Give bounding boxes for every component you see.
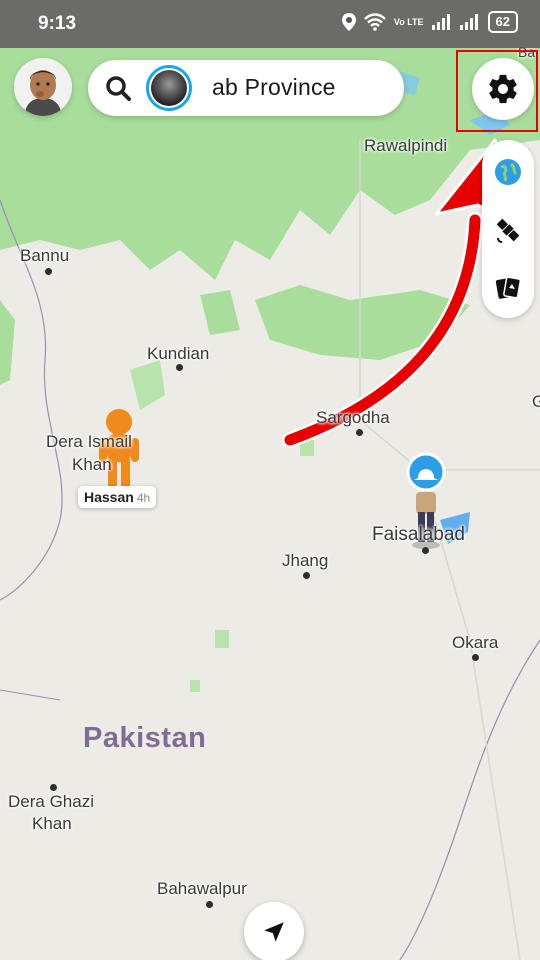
place-dot-bannu xyxy=(45,268,52,275)
map-canvas[interactable]: Rawalpindi Ba Bannu Kundian Dera Ismail … xyxy=(0,0,540,960)
settings-highlight-box xyxy=(456,50,538,132)
friend-label[interactable]: Hassan 4h xyxy=(78,486,157,508)
place-dot-okara xyxy=(472,654,479,661)
status-bar: 9:13 Vo LTE 62 xyxy=(0,0,540,48)
wifi-icon xyxy=(364,13,386,31)
volte-indicator: Vo LTE xyxy=(393,16,424,27)
search-bar[interactable]: ab Province xyxy=(88,60,404,116)
map-background xyxy=(0,0,540,960)
map-tools-panel xyxy=(482,140,534,318)
search-icon[interactable] xyxy=(104,74,132,102)
status-icons: Vo LTE 62 xyxy=(341,11,518,33)
place-dot-bahawalpur xyxy=(206,901,213,908)
place-dot-dera-ghazi-khan xyxy=(50,784,57,791)
signal-icon xyxy=(431,14,450,30)
place-jhang: Jhang xyxy=(282,551,329,570)
friend-time-ago: 4h xyxy=(136,491,151,505)
country-label: Pakistan xyxy=(83,722,207,754)
place-sargodha: Sargodha xyxy=(316,408,390,427)
navigation-arrow-icon xyxy=(264,922,284,942)
profile-avatar-button[interactable] xyxy=(14,58,72,116)
satellite-button[interactable] xyxy=(490,212,526,248)
map-cards-icon xyxy=(495,276,522,299)
story-thumbnail[interactable] xyxy=(146,65,192,111)
place-dera-ghazi-khan-line1: Dera Ghazi xyxy=(8,792,94,811)
avatar xyxy=(14,58,72,116)
friend-name: Hassan xyxy=(84,489,134,505)
place-dot-faisalabad xyxy=(422,547,429,554)
place-faisalabad: Faisalabad xyxy=(372,524,465,545)
map-cards-button[interactable] xyxy=(490,270,526,306)
place-dera-ismail-khan-line2: Khan xyxy=(72,455,112,474)
place-bannu: Bannu xyxy=(20,246,70,265)
place-bahawalpur: Bahawalpur xyxy=(157,879,247,898)
battery-indicator: 62 xyxy=(487,11,518,33)
location-pin-icon xyxy=(341,13,356,31)
place-rawalpindi: Rawalpindi xyxy=(364,136,448,155)
place-dera-ghazi-khan-line2: Khan xyxy=(32,814,72,833)
place-kundian: Kundian xyxy=(147,344,210,363)
status-time: 9:13 xyxy=(38,13,77,34)
satellite-icon xyxy=(496,218,520,243)
globe-button[interactable] xyxy=(490,154,526,190)
globe-icon xyxy=(495,159,521,185)
place-okara: Okara xyxy=(452,633,499,652)
location-title: ab Province xyxy=(212,74,336,100)
place-edge-right: G xyxy=(532,392,540,411)
recenter-button[interactable] xyxy=(244,902,304,960)
signal-icon-2 xyxy=(459,14,478,30)
place-dot-sargodha xyxy=(356,429,363,436)
place-dot-kundian xyxy=(176,364,183,371)
place-dot-jhang xyxy=(303,572,310,579)
place-dera-ismail-khan-line1: Dera Ismail xyxy=(46,432,132,451)
